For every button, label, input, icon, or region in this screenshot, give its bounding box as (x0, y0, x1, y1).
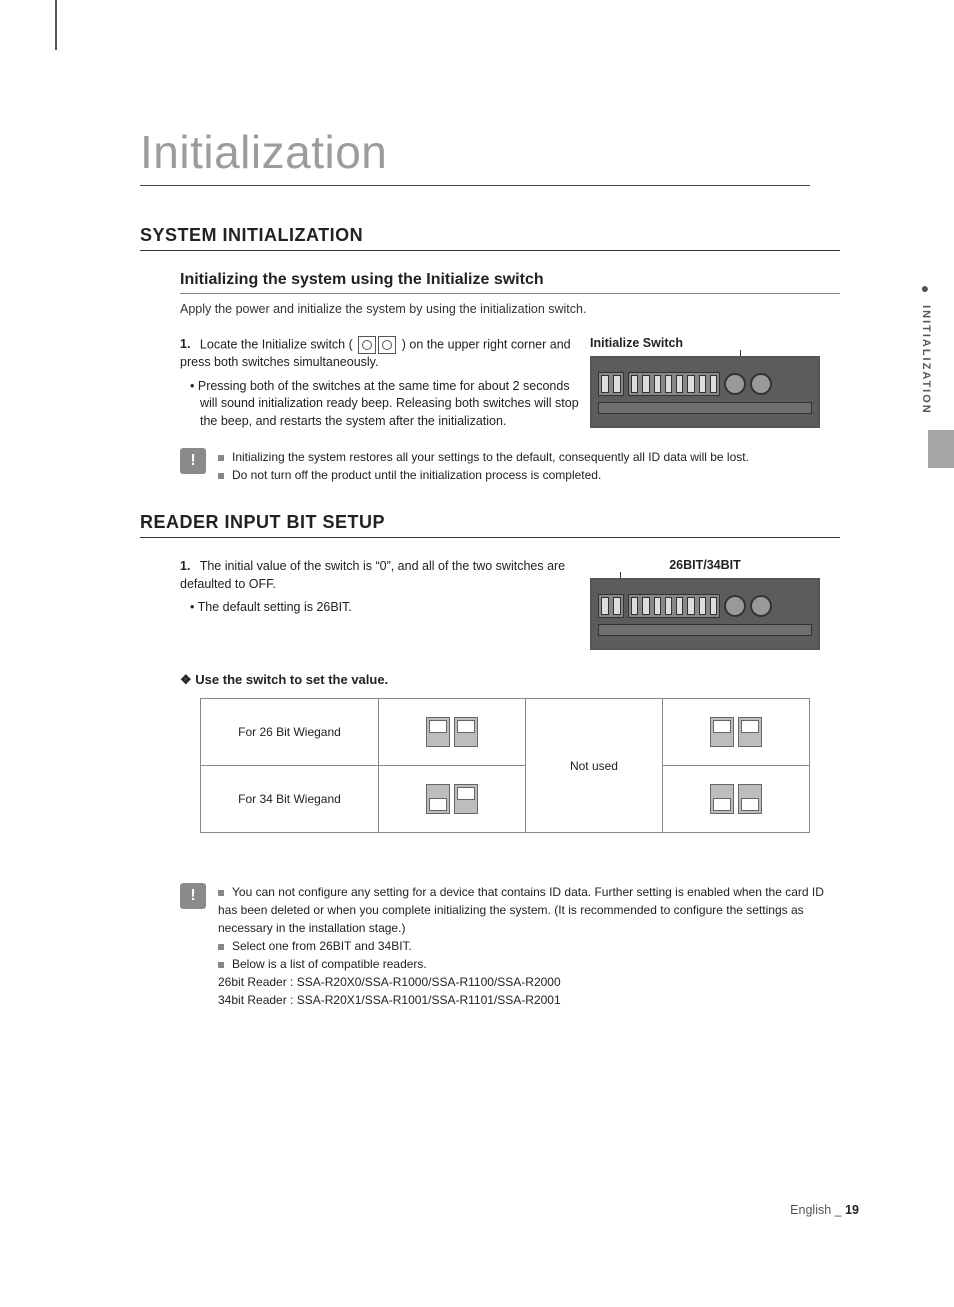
initialize-switch-icon (358, 336, 396, 354)
caution-item: Do not turn off the product until the in… (218, 466, 749, 484)
step-number: 1. (180, 559, 190, 573)
table-cell-34bit-sw1 (378, 766, 525, 833)
crop-mark (55, 0, 57, 50)
section-heading-reader-bit: READER INPUT BIT SETUP (140, 512, 840, 538)
step-1-reader-text: The initial value of the switch is “0”, … (180, 559, 565, 591)
caution-item: Initializing the system restores all you… (218, 448, 749, 466)
step-1-text-a: Locate the Initialize switch ( (200, 337, 353, 351)
footer-page-number: 19 (845, 1203, 859, 1217)
table-cell-26bit-label: For 26 Bit Wiegand (201, 699, 379, 766)
button-circle-icon (750, 373, 772, 395)
figure-label-bit: 26BIT/34BIT (590, 558, 820, 572)
caution-item: Below is a list of compatible readers. 2… (218, 955, 840, 1009)
dip-switch-small-icon (598, 372, 624, 396)
button-circle-icon (724, 373, 746, 395)
diamond-heading: Use the switch to set the value. (180, 672, 840, 688)
step-1-reader: 1. The initial value of the switch is “0… (180, 558, 590, 593)
subsection-heading-init-switch: Initializing the system using the Initia… (180, 271, 840, 294)
caution-icon: ! (180, 448, 206, 474)
caution-list: You can not configure any setting for a … (218, 883, 840, 1009)
switch-diagram-icon (710, 717, 762, 747)
switch-value-table: For 26 Bit Wiegand Not used For 34 Bit W… (200, 698, 810, 833)
footer-language: English (790, 1203, 831, 1217)
page-title: Initialization (140, 125, 810, 186)
caution-icon: ! (180, 883, 206, 909)
device-figure-bit (590, 578, 820, 650)
step-1-bullet: Pressing both of the switches at the sam… (200, 378, 590, 431)
figure-label-init-switch: Initialize Switch (590, 336, 820, 350)
button-circle-icon (750, 595, 772, 617)
table-cell-34bit-sw2 (662, 766, 809, 833)
step-1-reader-bullet: The default setting is 26BIT. (200, 599, 590, 617)
dip-switch-large-icon (628, 372, 720, 396)
table-cell-26bit-sw2 (662, 699, 809, 766)
thumb-index-bar (928, 430, 954, 468)
caution-item: Select one from 26BIT and 34BIT. (218, 937, 840, 955)
table-cell-34bit-label: For 34 Bit Wiegand (201, 766, 379, 833)
table-cell-26bit-sw1 (378, 699, 525, 766)
section-heading-system-init: SYSTEM INITIALIZATION (140, 225, 840, 251)
dip-switch-small-icon (598, 594, 624, 618)
button-circle-icon (724, 595, 746, 617)
device-figure-init (590, 356, 820, 428)
step-1: 1. Locate the Initialize switch ( ) on t… (180, 336, 590, 372)
bullet-icon: ● (921, 280, 931, 296)
switch-diagram-icon (710, 784, 762, 814)
switch-diagram-icon (426, 717, 478, 747)
side-tab-label: INITIALIZATION (920, 305, 932, 415)
table-cell-not-used: Not used (526, 699, 663, 833)
caution-item: You can not configure any setting for a … (218, 883, 840, 937)
caution-list: Initializing the system restores all you… (218, 448, 749, 484)
page-footer: English _ 19 (790, 1203, 859, 1217)
dip-switch-large-icon (628, 594, 720, 618)
section-side-tab: ● INITIALIZATION (920, 280, 932, 415)
switch-diagram-icon (426, 784, 478, 814)
intro-text: Apply the power and initialize the syste… (180, 302, 840, 316)
step-number: 1. (180, 337, 190, 351)
footer-separator: _ (835, 1203, 842, 1217)
